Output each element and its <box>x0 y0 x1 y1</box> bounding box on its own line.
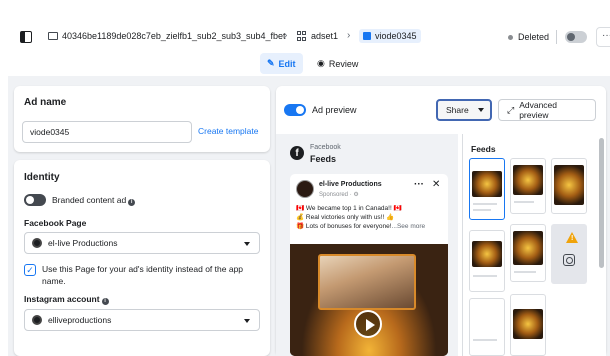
instagram-placement-card[interactable]: ! <box>551 224 587 284</box>
facebook-icon: f <box>290 146 304 160</box>
facebook-page-select[interactable]: el-live Productions <box>24 232 260 254</box>
post-page-name: el-live Productions <box>319 181 382 188</box>
placements-pane: Feeds ! <box>462 134 606 356</box>
ad-preview-card: Ad preview Share ⤢ Advanced preview f Fa… <box>276 86 606 356</box>
caret-down-icon <box>477 108 484 112</box>
breadcrumb-campaign[interactable]: 40346be1189de028c7eb_zielfb1_sub2_sub3_s… <box>48 31 286 41</box>
expand-icon: ⤢ <box>507 104 515 115</box>
placement-thumb[interactable] <box>510 158 546 214</box>
more-options-button[interactable]: ··· <box>596 27 610 47</box>
mode-tabs: ✎ Edit ◉ Review <box>8 52 610 76</box>
ad-preview-toggle[interactable] <box>284 104 306 116</box>
ad-name-input[interactable]: viode0345 <box>22 121 192 143</box>
placement-thumb[interactable] <box>469 298 505 356</box>
adset-grid-icon <box>297 31 307 41</box>
use-page-label: Use this Page for your ad's identity ins… <box>42 264 244 286</box>
tab-review[interactable]: ◉ Review <box>310 53 365 74</box>
see-more-link[interactable]: ...See more <box>392 223 426 230</box>
advanced-preview-button[interactable]: ⤢ Advanced preview <box>498 99 596 121</box>
ad-icon <box>363 32 371 40</box>
ad-status-toggle[interactable] <box>565 31 587 43</box>
sidebar-toggle-icon[interactable] <box>20 31 32 43</box>
status-indicator: Deleted <box>508 32 549 42</box>
ad-post-preview: el-live Productions Sponsored · ⚙ ··· ✕ … <box>290 174 448 356</box>
instagram-avatar <box>32 315 42 325</box>
breadcrumb-ad[interactable]: viode0345 <box>359 29 421 43</box>
placements-title: Feeds <box>471 144 496 154</box>
post-video[interactable] <box>290 244 448 356</box>
preview-placement: Feeds <box>310 154 337 164</box>
use-page-checkbox[interactable]: ✓ <box>24 264 36 276</box>
play-icon[interactable] <box>354 310 382 338</box>
preview-main-pane: f Facebook Feeds el-live Productions Spo… <box>276 134 458 356</box>
video-frame-image <box>318 254 416 310</box>
post-text-line: 🎁 Lots of bonuses for everyone!...See mo… <box>296 223 426 230</box>
page-avatar <box>32 238 42 248</box>
ad-name-card: Ad name viode0345 Create template <box>14 86 270 152</box>
branded-content-label: Branded content ad i <box>52 195 136 206</box>
pencil-icon: ✎ <box>267 58 275 68</box>
identity-title: Identity <box>24 172 60 183</box>
ad-preview-label: Ad preview <box>312 105 357 115</box>
chevron-down-icon <box>244 242 250 246</box>
ad-name-title: Ad name <box>24 97 67 108</box>
breadcrumb-separator: › <box>347 30 351 41</box>
branded-content-toggle[interactable] <box>24 194 46 206</box>
status-dot-icon <box>508 34 513 40</box>
share-button[interactable]: Share <box>436 99 492 121</box>
placement-thumb[interactable] <box>510 294 546 356</box>
divider <box>556 30 557 44</box>
info-icon: i <box>128 199 136 206</box>
create-template-link[interactable]: Create template <box>198 126 258 136</box>
post-text-line: 💰 Real victories only with us!! 👍 <box>296 214 395 221</box>
chevron-down-icon <box>244 319 250 323</box>
placement-thumb[interactable] <box>469 230 505 292</box>
preview-platform: Facebook <box>310 144 341 151</box>
preview-area: f Facebook Feeds el-live Productions Spo… <box>276 134 606 356</box>
placement-thumb[interactable] <box>510 224 546 282</box>
post-sponsored: Sponsored · ⚙ <box>319 192 359 198</box>
identity-card: Identity Branded content ad i Facebook Pa… <box>14 160 270 356</box>
folder-icon <box>48 32 58 40</box>
instagram-account-select[interactable]: elliveproductions <box>24 309 260 331</box>
info-icon: i <box>101 298 109 305</box>
top-bar: 40346be1189de028c7eb_zielfb1_sub2_sub3_s… <box>8 22 610 52</box>
placement-thumb[interactable] <box>469 158 505 220</box>
post-text-line: 🇨🇦 We became top 1 in Canada!! 🇨🇦 <box>296 205 402 212</box>
breadcrumb-adset[interactable]: adset1 <box>297 31 338 41</box>
instagram-account-label: Instagram account i <box>24 294 109 305</box>
placement-thumb[interactable] <box>551 158 587 214</box>
tab-edit[interactable]: ✎ Edit <box>260 53 303 74</box>
close-icon[interactable]: ✕ <box>432 179 440 190</box>
eye-icon: ◉ <box>317 58 325 68</box>
facebook-page-label: Facebook Page <box>24 218 87 228</box>
breadcrumb-separator: › <box>284 30 288 41</box>
post-avatar <box>296 180 314 198</box>
placements-scrollbar[interactable] <box>599 138 604 268</box>
instagram-icon <box>563 254 575 266</box>
more-icon[interactable]: ··· <box>414 179 424 190</box>
